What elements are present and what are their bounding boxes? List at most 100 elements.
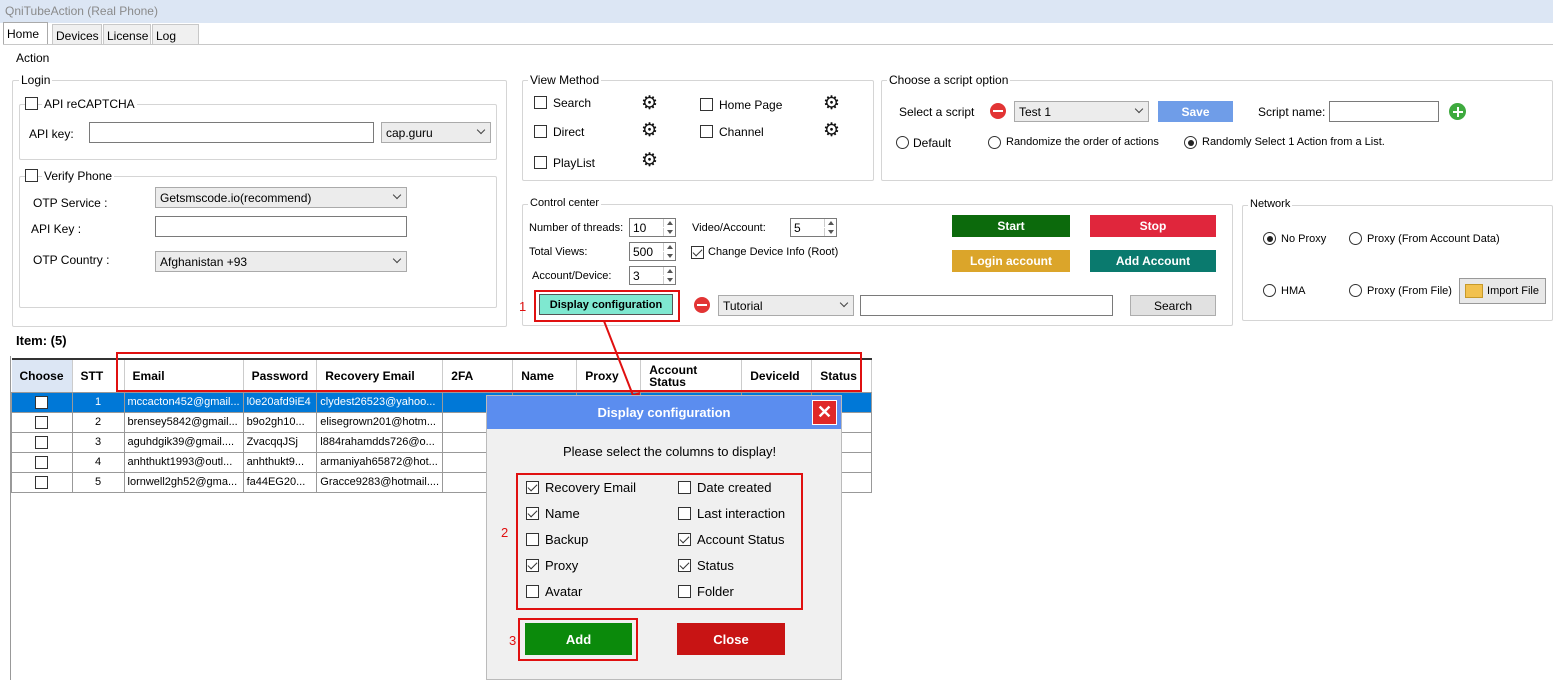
option-avatar-checkbox[interactable] <box>526 585 539 598</box>
channel-method-checkbox[interactable] <box>700 125 713 138</box>
default-radio[interactable] <box>896 136 909 149</box>
threads-spinner[interactable]: 10 <box>629 218 676 237</box>
login-account-button[interactable]: Login account <box>952 250 1070 272</box>
randomize-radio[interactable] <box>988 136 1001 149</box>
spin-down-icon[interactable] <box>663 276 675 284</box>
option-folder-checkbox[interactable] <box>678 585 691 598</box>
cell-email: mccacton452@gmail... <box>123 391 244 413</box>
cell-email: brensey5842@gmail... <box>123 411 244 433</box>
start-button[interactable]: Start <box>952 215 1070 237</box>
api-key-input[interactable] <box>89 122 374 143</box>
option-backup-checkbox[interactable] <box>526 533 539 546</box>
stop-button[interactable]: Stop <box>1090 215 1216 237</box>
gear-icon[interactable]: ⚙ <box>641 121 659 140</box>
api-key2-input[interactable] <box>155 216 407 237</box>
option-recovery-email-checkbox[interactable] <box>526 481 539 494</box>
save-button[interactable]: Save <box>1158 101 1233 122</box>
option-proxy-label: Proxy <box>545 558 579 573</box>
row-checkbox[interactable] <box>35 415 49 429</box>
playlist-method-checkbox[interactable] <box>534 156 547 169</box>
search-input[interactable] <box>860 295 1113 316</box>
tutorial-select[interactable]: Tutorial <box>718 295 854 316</box>
option-last-interaction-checkbox[interactable] <box>678 507 691 520</box>
hma-radio[interactable] <box>1263 284 1276 297</box>
spin-up-icon[interactable] <box>663 243 675 251</box>
proxy-file-radio[interactable] <box>1349 284 1362 297</box>
select-script-label: Select a script <box>899 105 975 119</box>
option-name-checkbox[interactable] <box>526 507 539 520</box>
proxy-account-radio[interactable] <box>1349 232 1362 245</box>
cell-stt: 4 <box>71 451 125 473</box>
search-method-label: Search <box>553 96 592 110</box>
add-script-icon[interactable] <box>1449 103 1466 120</box>
import-file-button[interactable]: Import File <box>1459 278 1546 304</box>
option-account-status-checkbox[interactable] <box>678 533 691 546</box>
search-button[interactable]: Search <box>1130 295 1216 316</box>
cell-password: l0e20afd9iE4 <box>242 391 318 413</box>
home-page-method-checkbox[interactable] <box>700 98 713 111</box>
spin-down-icon[interactable] <box>824 228 836 236</box>
chevron-down-icon <box>1134 104 1144 114</box>
tab-divider <box>3 44 1553 45</box>
gear-icon[interactable]: ⚙ <box>823 121 841 140</box>
tab-strip: Home Devices License Log <box>0 22 1553 45</box>
search-method-checkbox[interactable] <box>534 96 547 109</box>
direct-method-checkbox[interactable] <box>534 125 547 138</box>
recaptcha-checkbox[interactable] <box>25 97 38 110</box>
option-proxy-checkbox[interactable] <box>526 559 539 572</box>
tab-log[interactable]: Log <box>152 24 199 45</box>
remove-script-icon[interactable] <box>990 103 1006 119</box>
remove-tutorial-icon[interactable] <box>694 297 710 313</box>
chevron-down-icon <box>476 125 486 135</box>
row-checkbox[interactable] <box>35 455 49 469</box>
cell-email: anhthukt1993@outl... <box>123 451 244 473</box>
add-account-button[interactable]: Add Account <box>1090 250 1216 272</box>
spin-down-icon[interactable] <box>663 252 675 260</box>
cell-recovery: l884rahamdds726@o... <box>316 431 444 453</box>
spin-up-icon[interactable] <box>663 219 675 227</box>
row-checkbox[interactable] <box>35 475 49 489</box>
row-checkbox[interactable] <box>35 395 49 409</box>
captcha-service-select[interactable]: cap.guru <box>381 122 491 143</box>
tab-home[interactable]: Home <box>3 22 48 45</box>
login-group-label: Login <box>19 73 53 87</box>
cell-recovery: armaniyah65872@hot... <box>316 451 444 473</box>
row-checkbox[interactable] <box>35 435 49 449</box>
annotation-1: 1 <box>519 299 527 314</box>
total-views-label: Total Views: <box>529 246 588 258</box>
gear-icon[interactable]: ⚙ <box>641 94 659 113</box>
threads-label: Number of threads: <box>529 222 624 234</box>
tab-license[interactable]: License <box>103 24 151 45</box>
otp-service-select[interactable]: Getsmscode.io(recommend) <box>155 187 407 208</box>
account-device-value: 3 <box>633 269 640 283</box>
no-proxy-radio[interactable] <box>1263 232 1276 245</box>
items-count: Item: (5) <box>16 333 67 348</box>
import-file-label: Import File <box>1487 285 1539 297</box>
spin-up-icon[interactable] <box>663 267 675 275</box>
control-center-label: Control center <box>528 197 602 209</box>
verify-phone-checkbox[interactable] <box>25 169 38 182</box>
cell-recovery: clydest26523@yahoo... <box>316 391 444 413</box>
option-date-created-checkbox[interactable] <box>678 481 691 494</box>
video-account-spinner[interactable]: 5 <box>790 218 837 237</box>
col-choose[interactable]: Choose <box>11 358 73 393</box>
home-page-method-label: Home Page <box>719 98 783 112</box>
recaptcha-label: API reCAPTCHA <box>42 97 137 111</box>
script-select[interactable]: Test 1 <box>1014 101 1149 122</box>
close-icon[interactable]: ✕ <box>812 400 837 425</box>
otp-country-select[interactable]: Afghanistan +93 <box>155 251 407 272</box>
random-select-radio[interactable] <box>1184 136 1197 149</box>
change-device-checkbox[interactable] <box>691 246 704 259</box>
tab-devices[interactable]: Devices <box>52 24 102 45</box>
spin-up-icon[interactable] <box>824 219 836 227</box>
gear-icon[interactable]: ⚙ <box>641 151 659 170</box>
add-button[interactable]: Add <box>525 623 632 655</box>
spin-down-icon[interactable] <box>663 228 675 236</box>
script-name-input[interactable] <box>1329 101 1439 122</box>
network-label: Network <box>1248 198 1293 210</box>
gear-icon[interactable]: ⚙ <box>823 94 841 113</box>
close-button[interactable]: Close <box>677 623 785 655</box>
account-device-spinner[interactable]: 3 <box>629 266 676 285</box>
option-status-checkbox[interactable] <box>678 559 691 572</box>
views-spinner[interactable]: 500 <box>629 242 676 261</box>
